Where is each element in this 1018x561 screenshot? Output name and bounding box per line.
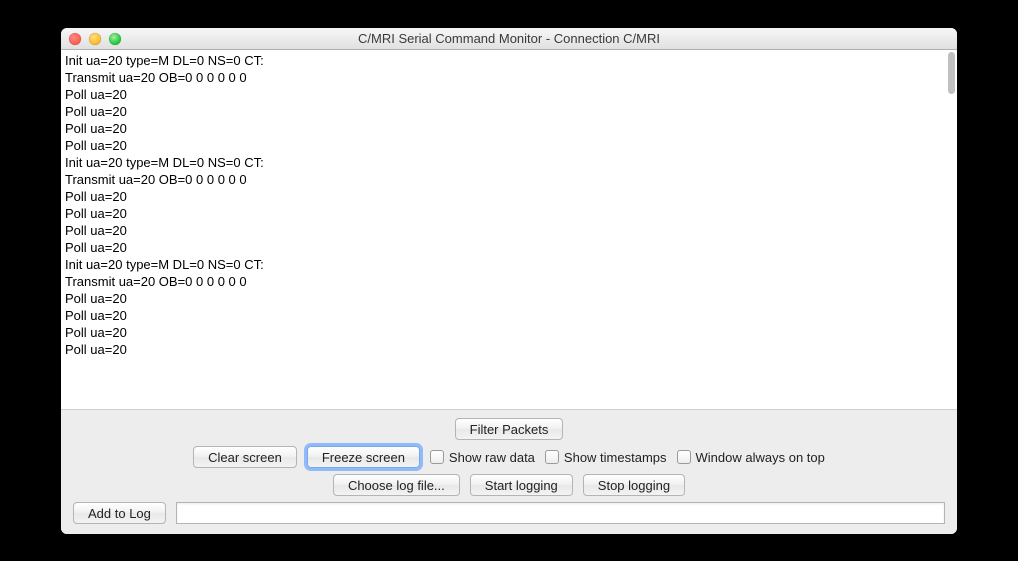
checkbox-box bbox=[545, 450, 559, 464]
zoom-icon[interactable] bbox=[109, 33, 121, 45]
stop-logging-button[interactable]: Stop logging bbox=[583, 474, 685, 496]
checkbox-label: Show timestamps bbox=[564, 450, 667, 465]
filter-packets-button[interactable]: Filter Packets bbox=[455, 418, 564, 440]
controls-panel: Filter Packets Clear screen Freeze scree… bbox=[61, 410, 957, 534]
log-text: Init ua=20 type=M DL=0 NS=0 CT: Transmit… bbox=[61, 50, 957, 360]
checkbox-box bbox=[430, 450, 444, 464]
clear-screen-button[interactable]: Clear screen bbox=[193, 446, 297, 468]
choose-log-file-button[interactable]: Choose log file... bbox=[333, 474, 460, 496]
row-filter: Filter Packets bbox=[69, 418, 949, 440]
row-add-to-log: Add to Log bbox=[69, 502, 949, 524]
row-screen: Clear screen Freeze screen Show raw data… bbox=[69, 446, 949, 468]
show-raw-data-checkbox[interactable]: Show raw data bbox=[430, 450, 535, 465]
add-to-log-button[interactable]: Add to Log bbox=[73, 502, 166, 524]
titlebar: C/MRI Serial Command Monitor - Connectio… bbox=[61, 28, 957, 50]
scrollbar-thumb[interactable] bbox=[948, 52, 955, 94]
app-window: C/MRI Serial Command Monitor - Connectio… bbox=[61, 28, 957, 534]
start-logging-button[interactable]: Start logging bbox=[470, 474, 573, 496]
freeze-screen-button[interactable]: Freeze screen bbox=[307, 446, 420, 468]
close-icon[interactable] bbox=[69, 33, 81, 45]
window-always-on-top-checkbox[interactable]: Window always on top bbox=[677, 450, 825, 465]
log-entry-input[interactable] bbox=[176, 502, 945, 524]
window-title: C/MRI Serial Command Monitor - Connectio… bbox=[61, 31, 957, 46]
checkbox-box bbox=[677, 450, 691, 464]
checkbox-label: Window always on top bbox=[696, 450, 825, 465]
checkbox-label: Show raw data bbox=[449, 450, 535, 465]
row-logging: Choose log file... Start logging Stop lo… bbox=[69, 474, 949, 496]
show-timestamps-checkbox[interactable]: Show timestamps bbox=[545, 450, 667, 465]
log-panel[interactable]: Init ua=20 type=M DL=0 NS=0 CT: Transmit… bbox=[61, 50, 957, 410]
traffic-lights bbox=[69, 33, 121, 45]
minimize-icon[interactable] bbox=[89, 33, 101, 45]
